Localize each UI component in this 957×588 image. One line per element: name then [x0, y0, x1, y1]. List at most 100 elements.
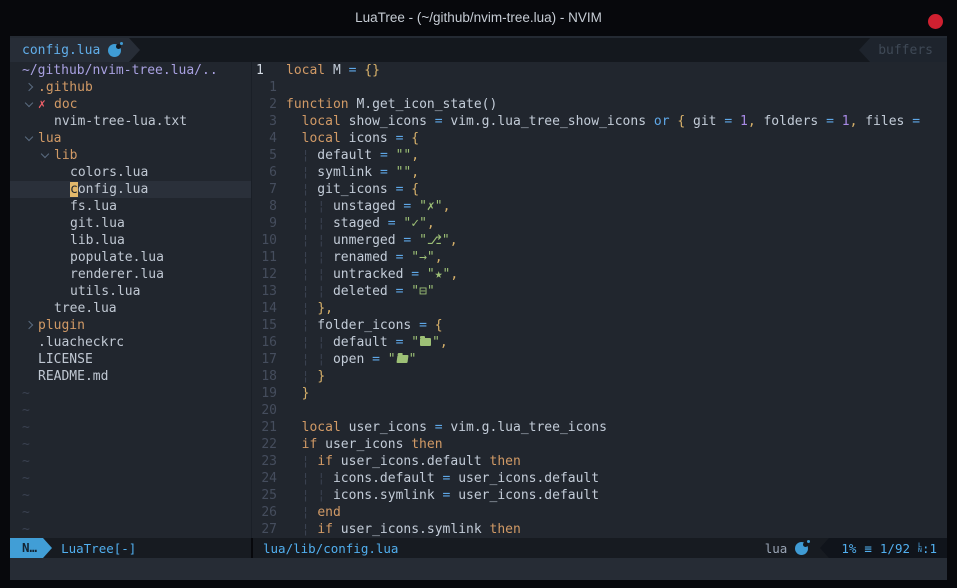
statusline-file-section: lua/lib/config.lua lua 1% ≡ 1/92 LN:1 — [253, 538, 947, 558]
chevron-down-icon[interactable] — [38, 147, 54, 164]
mode-indicator: N… — [10, 538, 43, 558]
tree-item[interactable]: populate.lua — [10, 249, 251, 266]
tree-item[interactable]: lib.lua — [10, 232, 251, 249]
tree-item[interactable]: ✗doc — [10, 96, 251, 113]
line-number: 17 — [252, 351, 277, 368]
code-line[interactable]: 3 local show_icons = vim.g.lua_tree_show… — [252, 113, 947, 130]
code-line[interactable]: 21 local user_icons = vim.g.lua_tree_ico… — [252, 419, 947, 436]
tree-item-label: nvim-tree-lua.txt — [54, 113, 187, 130]
tree-item[interactable]: .github — [10, 79, 251, 96]
tree-item-label: lib.lua — [70, 232, 125, 249]
code-line[interactable]: 18 ¦ } — [252, 368, 947, 385]
tree-item[interactable]: plugin — [10, 317, 251, 334]
tree-item[interactable]: config.lua — [10, 181, 251, 198]
statusline: N… LuaTree[-] lua/lib/config.lua lua 1% … — [10, 538, 947, 558]
empty-line-tilde: ~ — [10, 419, 251, 436]
statusline-file-path: lua/lib/config.lua — [263, 541, 398, 556]
tree-item-label: LICENSE — [38, 351, 93, 368]
statusline-tree-section: N… LuaTree[-] — [10, 538, 251, 558]
line-number: 12 — [252, 266, 277, 283]
empty-line-tilde: ~ — [10, 436, 251, 453]
line-number: 1 — [252, 62, 277, 79]
tab-config-lua[interactable]: config.lua — [10, 38, 129, 62]
tree-item[interactable]: LICENSE — [10, 351, 251, 368]
empty-line-tilde: ~ — [10, 504, 251, 521]
code-line[interactable]: 22 if user_icons then — [252, 436, 947, 453]
chevron-down-icon[interactable] — [22, 96, 38, 113]
statusline-metrics: 1% ≡ 1/92 LN:1 — [829, 538, 947, 558]
statusline-filetype: lua — [765, 541, 788, 556]
column-indicator: LN:1 — [918, 541, 937, 556]
tree-item[interactable]: .luacheckrc — [10, 334, 251, 351]
tree-item[interactable]: renderer.lua — [10, 266, 251, 283]
code-line[interactable]: 15 ¦ folder_icons = { — [252, 317, 947, 334]
tree-item[interactable]: tree.lua — [10, 300, 251, 317]
chevron-right-icon[interactable] — [22, 79, 38, 96]
empty-line-tilde: ~ — [10, 521, 251, 538]
code-line[interactable]: 27 ¦ if user_icons.symlink then — [252, 521, 947, 538]
code-line[interactable]: 2function M.get_icon_state() — [252, 96, 947, 113]
tab-arrow-separator — [129, 38, 140, 62]
tree-item[interactable]: lua — [10, 130, 251, 147]
code-buffer: 1local M = {}12function M.get_icon_state… — [252, 62, 947, 538]
code-line[interactable]: 4 local icons = { — [252, 130, 947, 147]
titlebar: LuaTree - (~/github/nvim-tree.lua) - NVI… — [0, 0, 957, 36]
chevron-placeholder — [22, 351, 38, 368]
empty-line-tilde: ~ — [10, 402, 251, 419]
code-line[interactable]: 9 ¦ ¦ staged = "✓", — [252, 215, 947, 232]
chevron-down-icon[interactable] — [22, 130, 38, 147]
code-line[interactable]: 5 ¦ default = "", — [252, 147, 947, 164]
code-line[interactable]: 1local M = {} — [252, 62, 947, 79]
code-line[interactable]: 23 ¦ if user_icons.default then — [252, 453, 947, 470]
tree-item-label: renderer.lua — [70, 266, 164, 283]
tree-item-label: .luacheckrc — [38, 334, 124, 351]
code-line[interactable]: 24 ¦ ¦ icons.default = user_icons.defaul… — [252, 470, 947, 487]
tree-item[interactable]: utils.lua — [10, 283, 251, 300]
close-button[interactable] — [928, 14, 943, 29]
buffers-arrow-separator — [859, 38, 870, 62]
buffers-label[interactable]: buffers — [870, 38, 947, 62]
tree-item[interactable]: colors.lua — [10, 164, 251, 181]
code-line[interactable]: 14 ¦ }, — [252, 300, 947, 317]
folder-icon — [420, 338, 431, 346]
tree-root-path[interactable]: ~/github/nvim-tree.lua/.. — [10, 62, 251, 79]
tree-item-label: config.lua — [70, 181, 148, 198]
code-line[interactable]: 25 ¦ ¦ icons.symlink = user_icons.defaul… — [252, 487, 947, 504]
tree-item-label: utils.lua — [70, 283, 140, 300]
command-line — [10, 558, 947, 580]
code-line[interactable]: 8 ¦ ¦ unstaged = "✗", — [252, 198, 947, 215]
text-cursor: c — [70, 182, 78, 197]
tree-item[interactable]: README.md — [10, 368, 251, 385]
code-line[interactable]: 16 ¦ ¦ default = "", — [252, 334, 947, 351]
code-line[interactable]: 1 — [252, 79, 947, 96]
code-line[interactable]: 10 ¦ ¦ unmerged = "⎇", — [252, 232, 947, 249]
tree-item[interactable]: nvim-tree-lua.txt — [10, 113, 251, 130]
chevron-right-icon[interactable] — [22, 317, 38, 334]
code-line[interactable]: 6 ¦ symlink = "", — [252, 164, 947, 181]
mode-arrow-separator — [43, 538, 52, 558]
code-line[interactable]: 19 } — [252, 385, 947, 402]
line-number: 6 — [252, 164, 277, 181]
code-line[interactable]: 17 ¦ ¦ open = "" — [252, 351, 947, 368]
line-number: 19 — [252, 385, 277, 402]
line-number: 16 — [252, 334, 277, 351]
tree-item[interactable]: lib — [10, 147, 251, 164]
chevron-placeholder — [22, 334, 38, 351]
line-number: 14 — [252, 300, 277, 317]
code-line[interactable]: 20 — [252, 402, 947, 419]
code-line[interactable]: 12 ¦ ¦ untracked = "★", — [252, 266, 947, 283]
line-number: 15 — [252, 317, 277, 334]
tree-item[interactable]: git.lua — [10, 215, 251, 232]
empty-line-tilde: ~ — [10, 470, 251, 487]
lua-icon — [108, 44, 121, 57]
chevron-placeholder — [54, 232, 70, 249]
code-line[interactable]: 13 ¦ ¦ deleted = "⊟" — [252, 283, 947, 300]
code-line[interactable]: 7 ¦ git_icons = { — [252, 181, 947, 198]
code-line[interactable]: 26 ¦ end — [252, 504, 947, 521]
tree-item[interactable]: fs.lua — [10, 198, 251, 215]
line-number: 4 — [252, 130, 277, 147]
window-title: LuaTree - (~/github/nvim-tree.lua) - NVI… — [0, 0, 957, 36]
chevron-placeholder — [22, 368, 38, 385]
line-number: 18 — [252, 368, 277, 385]
code-line[interactable]: 11 ¦ ¦ renamed = "→", — [252, 249, 947, 266]
